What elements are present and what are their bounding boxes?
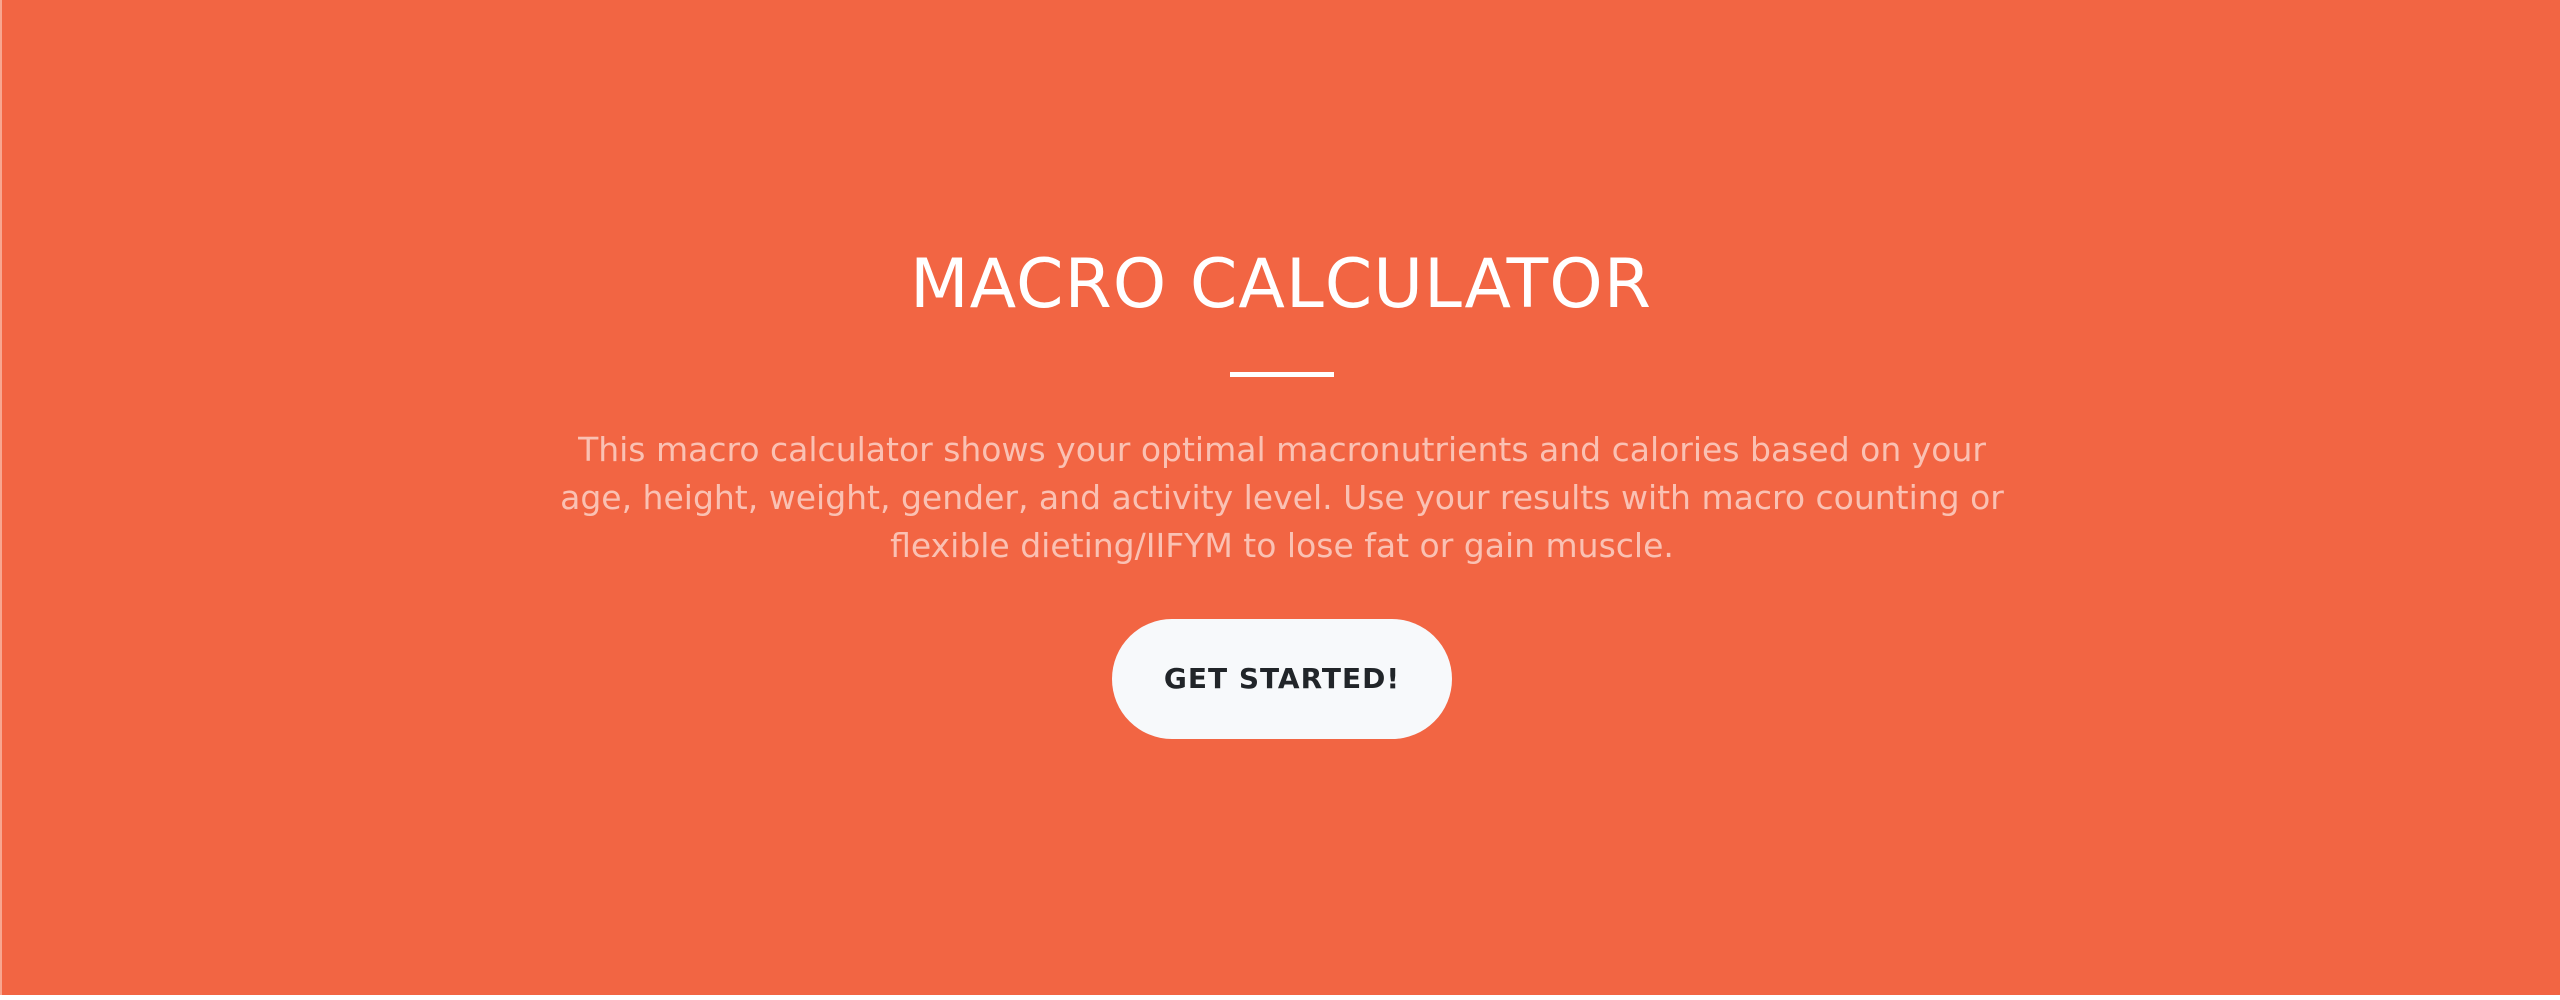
get-started-button[interactable]: GET STARTED!	[1112, 619, 1452, 739]
hero-content: MACRO CALCULATOR This macro calculator s…	[2, 0, 2560, 995]
page-title: MACRO CALCULATOR	[910, 245, 1652, 324]
hero-section: MACRO CALCULATOR This macro calculator s…	[0, 0, 2560, 995]
title-divider	[1230, 372, 1334, 377]
hero-description: This macro calculator shows your optimal…	[560, 430, 2004, 565]
